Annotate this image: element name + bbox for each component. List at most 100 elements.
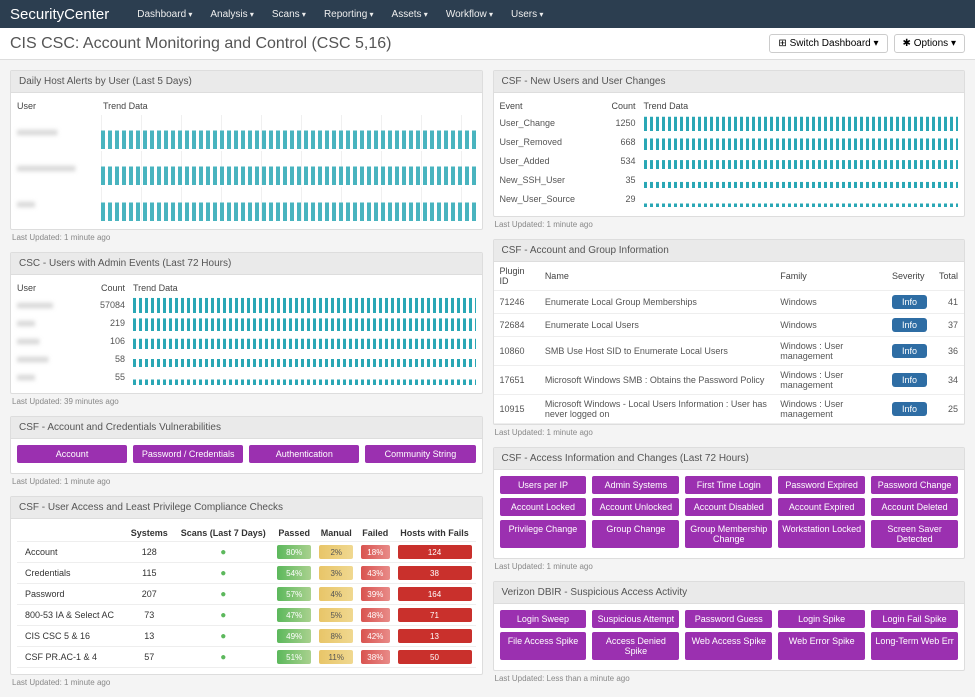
filter-pill[interactable]: Users per IP bbox=[500, 476, 587, 494]
card-dbir: Verizon DBIR - Suspicious Access Activit… bbox=[493, 581, 966, 671]
filter-pill[interactable]: Account Disabled bbox=[685, 498, 772, 516]
nav-reporting[interactable]: Reporting bbox=[316, 5, 382, 24]
filter-pill[interactable]: File Access Spike bbox=[500, 632, 587, 660]
nav-dashboard[interactable]: Dashboard bbox=[129, 5, 200, 24]
last-updated: Last Updated: 1 minute ago bbox=[493, 559, 966, 571]
sparkline bbox=[101, 151, 476, 185]
filter-pill[interactable]: Community String bbox=[365, 445, 475, 463]
filter-pill[interactable]: Login Sweep bbox=[500, 610, 587, 628]
severity-badge: Info bbox=[892, 373, 927, 387]
filter-pill[interactable]: Account bbox=[17, 445, 127, 463]
filter-pill[interactable]: Web Access Spike bbox=[685, 632, 772, 660]
navbar: SecurityCenter DashboardAnalysisScansRep… bbox=[0, 0, 975, 28]
table-row[interactable]: Account128●80%2%18%124 bbox=[17, 542, 476, 563]
filter-pill[interactable]: Suspicious Attempt bbox=[592, 610, 679, 628]
table-row[interactable]: 71246Enumerate Local Group MembershipsWi… bbox=[494, 291, 965, 314]
event-row[interactable]: New_User_Source29 bbox=[500, 191, 959, 207]
hosts-bar: 124 bbox=[398, 545, 472, 559]
options-button[interactable]: ✱ Options ▾ bbox=[894, 34, 965, 53]
table-row[interactable]: Password207●57%4%39%164 bbox=[17, 584, 476, 605]
filter-pill[interactable]: Privilege Change bbox=[500, 520, 587, 548]
account-group-table: Plugin ID Name Family Severity Total 712… bbox=[494, 262, 965, 424]
card-new-users: CSF - New Users and User Changes EventCo… bbox=[493, 70, 966, 217]
table-row[interactable]: 10860SMB Use Host SID to Enumerate Local… bbox=[494, 337, 965, 366]
filter-pill[interactable]: Password Expired bbox=[778, 476, 865, 494]
filter-pill[interactable]: Account Deleted bbox=[871, 498, 958, 516]
failed-bar: 18% bbox=[361, 545, 389, 559]
compliance-table: SystemsScans (Last 7 Days)PassedManualFa… bbox=[17, 525, 476, 668]
admin-row[interactable]: xxxx55 bbox=[17, 369, 476, 385]
host-row[interactable]: xxxxxxxxxxxxx bbox=[17, 151, 476, 185]
nav-users[interactable]: Users bbox=[503, 5, 551, 24]
nav-workflow[interactable]: Workflow bbox=[438, 5, 501, 24]
sparkline bbox=[101, 115, 476, 149]
sparkline bbox=[133, 333, 476, 349]
filter-pill[interactable]: Screen Saver Detected bbox=[871, 520, 958, 548]
switch-dashboard-button[interactable]: ⊞ Switch Dashboard ▾ bbox=[769, 34, 887, 53]
filter-pill[interactable]: Account Locked bbox=[500, 498, 587, 516]
filter-pill[interactable]: Password Guess bbox=[685, 610, 772, 628]
card-title: Daily Host Alerts by User (Last 5 Days) bbox=[11, 71, 482, 93]
table-row[interactable]: CSF PR.AC-1 & 457●51%11%38%50 bbox=[17, 647, 476, 668]
table-row[interactable]: 10915Microsoft Windows - Local Users Inf… bbox=[494, 395, 965, 424]
admin-row[interactable]: xxxxx106 bbox=[17, 333, 476, 349]
event-row[interactable]: User_Added534 bbox=[500, 153, 959, 169]
table-row[interactable]: CIS CSC 5 & 1613●49%8%42%13 bbox=[17, 626, 476, 647]
nav-analysis[interactable]: Analysis bbox=[202, 5, 262, 24]
passed-bar: 47% bbox=[277, 608, 311, 622]
last-updated: Last Updated: 1 minute ago bbox=[10, 675, 483, 687]
last-updated: Last Updated: 1 minute ago bbox=[493, 217, 966, 229]
admin-row[interactable]: xxxxxxx58 bbox=[17, 351, 476, 367]
admin-row[interactable]: xxxxxxxx57084 bbox=[17, 297, 476, 313]
passed-bar: 49% bbox=[277, 629, 311, 643]
nav-assets[interactable]: Assets bbox=[384, 5, 436, 24]
event-row[interactable]: New_SSH_User35 bbox=[500, 172, 959, 188]
filter-pill[interactable]: Password / Credentials bbox=[133, 445, 243, 463]
hosts-bar: 50 bbox=[398, 650, 472, 664]
filter-pill[interactable]: Admin Systems bbox=[592, 476, 679, 494]
manual-bar: 2% bbox=[319, 545, 353, 559]
check-icon: ● bbox=[220, 568, 226, 579]
nav-scans[interactable]: Scans bbox=[264, 5, 314, 24]
passed-bar: 54% bbox=[277, 566, 311, 580]
manual-bar: 8% bbox=[319, 629, 353, 643]
host-row[interactable]: xxxxxxxxx bbox=[17, 115, 476, 149]
filter-pill[interactable]: Authentication bbox=[249, 445, 359, 463]
severity-badge: Info bbox=[892, 318, 927, 332]
sparkline bbox=[644, 172, 959, 188]
sparkline bbox=[133, 351, 476, 367]
last-updated: Last Updated: 39 minutes ago bbox=[10, 394, 483, 406]
filter-pill[interactable]: Workstation Locked bbox=[778, 520, 865, 548]
manual-bar: 4% bbox=[319, 587, 353, 601]
filter-pill[interactable]: Password Change bbox=[871, 476, 958, 494]
filter-pill[interactable]: Account Expired bbox=[778, 498, 865, 516]
table-row[interactable]: 17651Microsoft Windows SMB : Obtains the… bbox=[494, 366, 965, 395]
filter-pill[interactable]: Login Fail Spike bbox=[871, 610, 958, 628]
event-row[interactable]: User_Change1250 bbox=[500, 115, 959, 131]
check-icon: ● bbox=[220, 589, 226, 600]
filter-pill[interactable]: Access Denied Spike bbox=[592, 632, 679, 660]
card-title: CSF - New Users and User Changes bbox=[494, 71, 965, 93]
card-account-group: CSF - Account and Group Information Plug… bbox=[493, 239, 966, 425]
page-header: CIS CSC: Account Monitoring and Control … bbox=[0, 28, 975, 60]
sparkline bbox=[644, 134, 959, 150]
last-updated: Last Updated: 1 minute ago bbox=[493, 425, 966, 437]
table-row[interactable]: 72684Enumerate Local UsersWindowsInfo37 bbox=[494, 314, 965, 337]
sparkline bbox=[644, 153, 959, 169]
host-row[interactable]: xxxx bbox=[17, 187, 476, 221]
filter-pill[interactable]: Login Spike bbox=[778, 610, 865, 628]
sparkline bbox=[133, 369, 476, 385]
filter-pill[interactable]: Long-Term Web Err bbox=[871, 632, 958, 660]
filter-pill[interactable]: Group Change bbox=[592, 520, 679, 548]
filter-pill[interactable]: Account Unlocked bbox=[592, 498, 679, 516]
event-row[interactable]: User_Removed668 bbox=[500, 134, 959, 150]
table-row[interactable]: 800-53 IA & Select AC73●47%5%48%71 bbox=[17, 605, 476, 626]
card-title: Verizon DBIR - Suspicious Access Activit… bbox=[494, 582, 965, 604]
check-icon: ● bbox=[220, 631, 226, 642]
filter-pill[interactable]: Group Membership Change bbox=[685, 520, 772, 548]
table-row[interactable]: Credentials115●54%3%43%38 bbox=[17, 563, 476, 584]
last-updated: Last Updated: 1 minute ago bbox=[10, 230, 483, 242]
admin-row[interactable]: xxxx219 bbox=[17, 315, 476, 331]
filter-pill[interactable]: First Time Login bbox=[685, 476, 772, 494]
filter-pill[interactable]: Web Error Spike bbox=[778, 632, 865, 660]
